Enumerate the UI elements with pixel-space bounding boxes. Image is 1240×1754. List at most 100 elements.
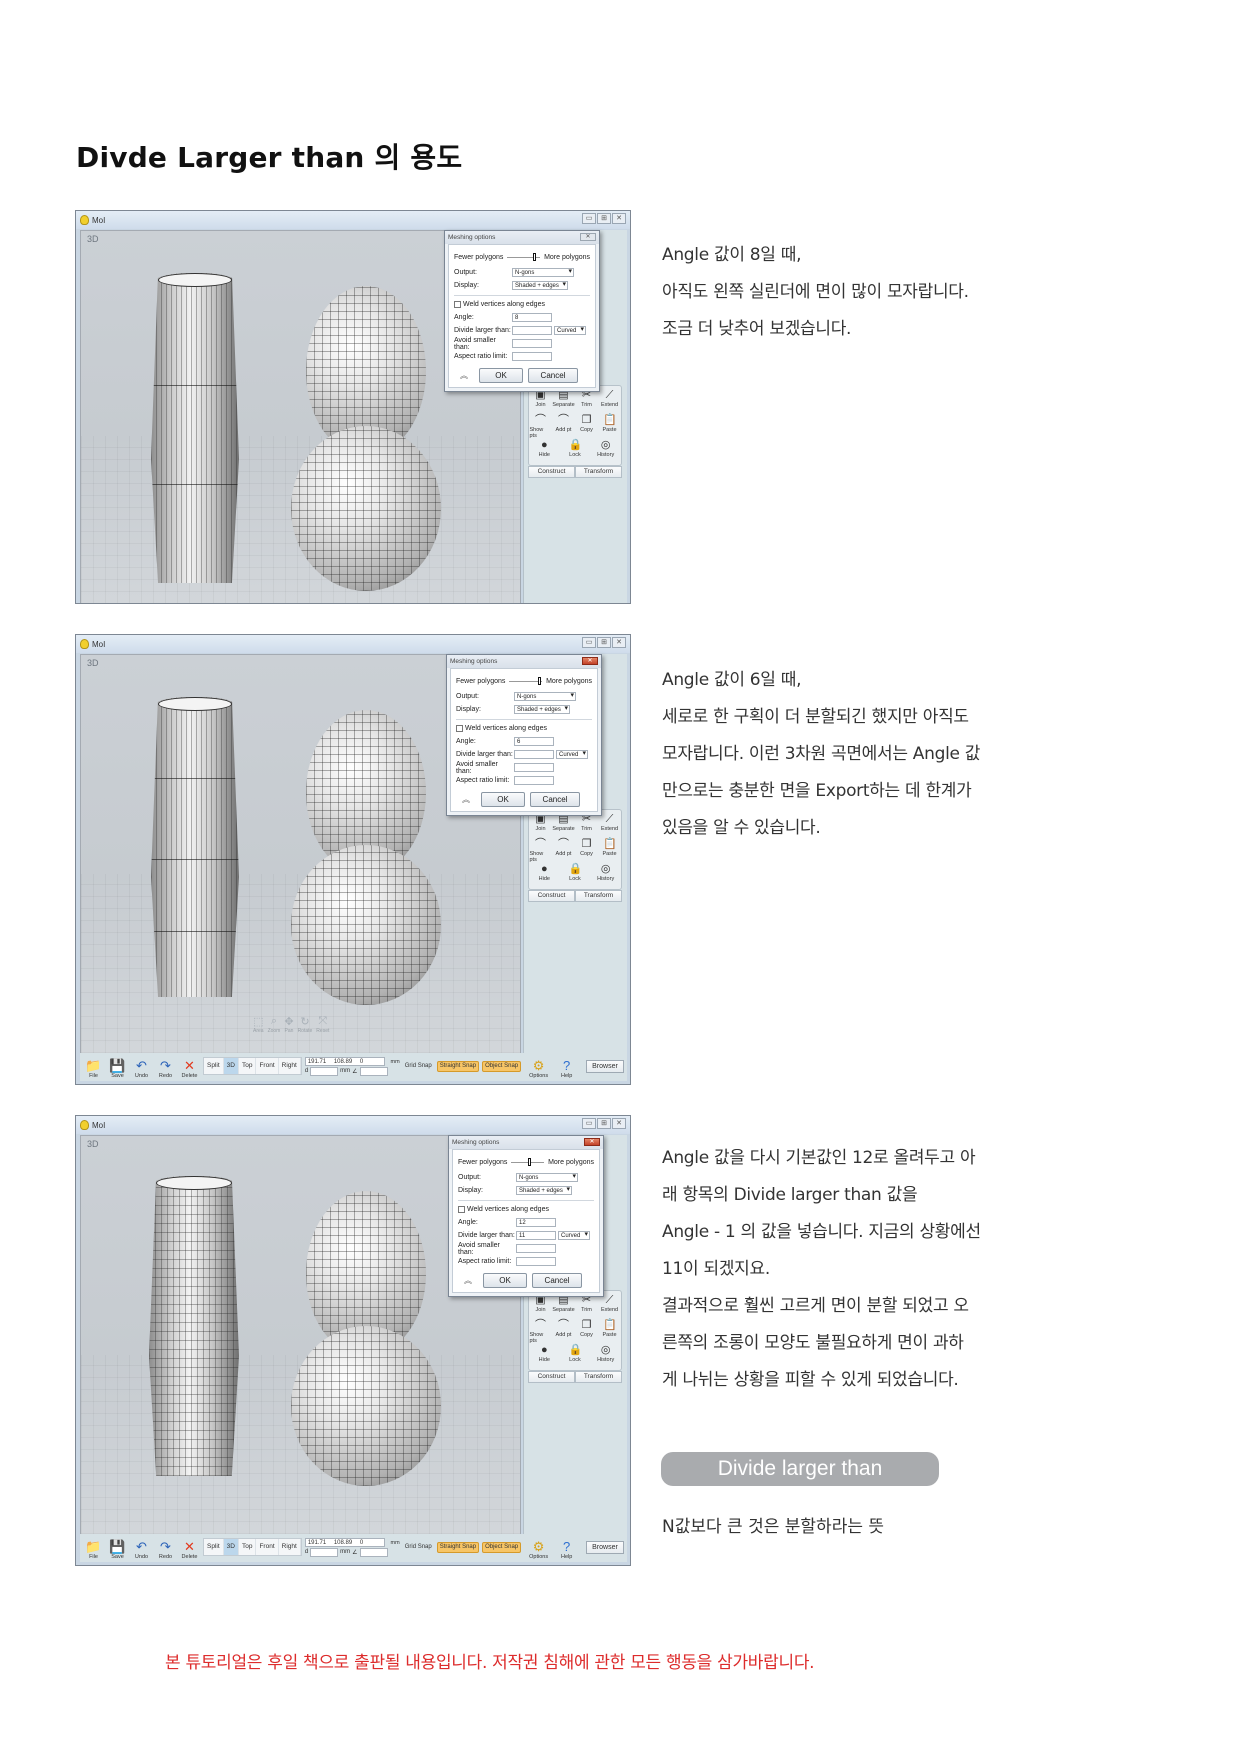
avoid-smaller-input[interactable]: [514, 763, 554, 772]
density-slider[interactable]: [507, 252, 541, 261]
cancel-button[interactable]: Cancel: [532, 1273, 582, 1288]
density-slider[interactable]: [509, 676, 543, 685]
divide-mode-select[interactable]: Curved: [558, 1231, 590, 1240]
double-chevron-up-icon[interactable]: ︽: [456, 794, 476, 805]
output-select[interactable]: N-gons: [512, 268, 574, 277]
ok-button[interactable]: OK: [481, 792, 525, 807]
slider-thumb[interactable]: [527, 1157, 531, 1166]
grid-snap-toggle[interactable]: Grid Snap: [403, 1543, 434, 1552]
save-button[interactable]: 💾 Save: [107, 1539, 128, 1560]
tool-lock[interactable]: 🔒 Lock: [564, 1343, 586, 1368]
file-button[interactable]: 📁 File: [83, 1058, 104, 1079]
angle-input[interactable]: [359, 1547, 388, 1557]
cancel-button[interactable]: Cancel: [528, 368, 578, 383]
maximize-button[interactable]: ⊞: [597, 213, 611, 224]
distance-input[interactable]: [310, 1547, 339, 1557]
divide-larger-input[interactable]: [512, 326, 552, 335]
tab-transform[interactable]: Transform: [575, 466, 622, 478]
slider-thumb[interactable]: [532, 252, 536, 261]
dialog-close-button[interactable]: ✕: [582, 657, 598, 665]
tool-history[interactable]: ◎ History: [595, 862, 617, 887]
distance-input[interactable]: [310, 1066, 339, 1076]
nav-area-hint[interactable]: ⬚ Area: [253, 1015, 264, 1034]
view-tab-3d[interactable]: 3D: [223, 1539, 239, 1555]
object-snap-toggle[interactable]: Object Snap: [482, 1060, 522, 1072]
divide-mode-select[interactable]: Curved: [554, 326, 586, 335]
view-tab-top[interactable]: Top: [239, 1539, 257, 1555]
view-tab-right[interactable]: Right: [279, 1539, 301, 1555]
view-tab-split[interactable]: Split: [204, 1539, 224, 1555]
options-button[interactable]: ⚙ Options: [528, 1539, 549, 1560]
output-select[interactable]: N-gons: [516, 1173, 578, 1182]
weld-checkbox[interactable]: [456, 725, 463, 732]
tool-lock[interactable]: 🔒 Lock: [564, 862, 586, 887]
delete-button[interactable]: ✕ Delete: [179, 1058, 200, 1079]
ok-button[interactable]: OK: [479, 368, 523, 383]
tab-construct[interactable]: Construct: [528, 890, 575, 902]
save-button[interactable]: 💾 Save: [107, 1058, 128, 1079]
tool-add-pt[interactable]: ⌒ Add pt: [553, 1318, 575, 1343]
avoid-smaller-input[interactable]: [516, 1244, 556, 1253]
redo-button[interactable]: ↷ Redo: [155, 1058, 176, 1079]
density-slider[interactable]: [511, 1157, 545, 1166]
weld-checkbox[interactable]: [454, 301, 461, 308]
aspect-ratio-input[interactable]: [512, 352, 552, 361]
tool-paste[interactable]: 📋 Paste: [599, 1318, 621, 1343]
tool-copy[interactable]: ❐ Copy: [576, 837, 598, 862]
coordinate-input[interactable]: 191.71 108.89 0: [304, 1537, 385, 1547]
file-button[interactable]: 📁 File: [83, 1539, 104, 1560]
options-button[interactable]: ⚙ Options: [528, 1058, 549, 1079]
undo-button[interactable]: ↶ Undo: [131, 1058, 152, 1079]
angle-input[interactable]: 6: [514, 737, 554, 746]
nav-pan-hint[interactable]: ✥ Pan: [284, 1015, 293, 1034]
straight-snap-toggle[interactable]: Straight Snap: [436, 1541, 480, 1553]
output-select[interactable]: N-gons: [514, 692, 576, 701]
nav-reset-hint[interactable]: ⤧ Reset: [316, 1015, 329, 1034]
tool-hide[interactable]: ● Hide: [533, 1343, 555, 1368]
aspect-ratio-input[interactable]: [516, 1257, 556, 1266]
avoid-smaller-input[interactable]: [512, 339, 552, 348]
tool-paste[interactable]: 📋 Paste: [599, 413, 621, 438]
tool-show-pts[interactable]: ⌒ Show pts: [530, 1318, 552, 1344]
angle-input[interactable]: [359, 1066, 388, 1076]
angle-input[interactable]: 12: [516, 1218, 556, 1227]
nav-rotate-hint[interactable]: ↻ Rotate: [298, 1015, 313, 1034]
ok-button[interactable]: OK: [483, 1273, 527, 1288]
aspect-ratio-input[interactable]: [514, 776, 554, 785]
view-tab-3d[interactable]: 3D: [223, 1058, 239, 1074]
view-tab-top[interactable]: Top: [239, 1058, 257, 1074]
angle-input[interactable]: 8: [512, 313, 552, 322]
tool-history[interactable]: ◎ History: [595, 1343, 617, 1368]
display-select[interactable]: Shaded + edges: [512, 281, 568, 290]
weld-checkbox[interactable]: [458, 1206, 465, 1213]
divide-mode-select[interactable]: Curved: [556, 750, 588, 759]
divide-larger-input[interactable]: 11: [516, 1231, 556, 1240]
tool-copy[interactable]: ❐ Copy: [576, 413, 598, 438]
dialog-close-button[interactable]: ✕: [584, 1138, 600, 1146]
undo-button[interactable]: ↶ Undo: [131, 1539, 152, 1560]
close-button[interactable]: ✕: [612, 213, 626, 224]
tool-paste[interactable]: 📋 Paste: [599, 837, 621, 862]
grid-snap-toggle[interactable]: Grid Snap: [403, 1062, 434, 1071]
view-tab-split[interactable]: Split: [204, 1058, 224, 1074]
tool-hide[interactable]: ● Hide: [533, 438, 555, 463]
tab-transform[interactable]: Transform: [575, 890, 622, 902]
tool-extend[interactable]: ⟋ Extend: [599, 388, 621, 413]
nav-zoom-hint[interactable]: ⌕ Zoom: [268, 1015, 281, 1034]
double-chevron-up-icon[interactable]: ︽: [458, 1275, 478, 1286]
browser-button[interactable]: Browser: [586, 1059, 624, 1073]
slider-thumb[interactable]: [538, 676, 542, 685]
view-tab-front[interactable]: Front: [256, 1539, 279, 1555]
tool-copy[interactable]: ❐ Copy: [576, 1318, 598, 1343]
tool-add-pt[interactable]: ⌒ Add pt: [553, 413, 575, 438]
coordinate-input[interactable]: 191.71 108.89 0: [304, 1056, 385, 1066]
cancel-button[interactable]: Cancel: [530, 792, 580, 807]
tool-show-pts[interactable]: ⌒ Show pts: [530, 837, 552, 863]
display-select[interactable]: Shaded + edges: [514, 705, 570, 714]
object-snap-toggle[interactable]: Object Snap: [482, 1541, 522, 1553]
minimize-button[interactable]: ▭: [582, 1118, 596, 1129]
tool-show-pts[interactable]: ⌒ Show pts: [530, 413, 552, 439]
tool-hide[interactable]: ● Hide: [533, 862, 555, 887]
minimize-button[interactable]: ▭: [582, 213, 596, 224]
dialog-close-button[interactable]: ✕: [580, 233, 596, 241]
